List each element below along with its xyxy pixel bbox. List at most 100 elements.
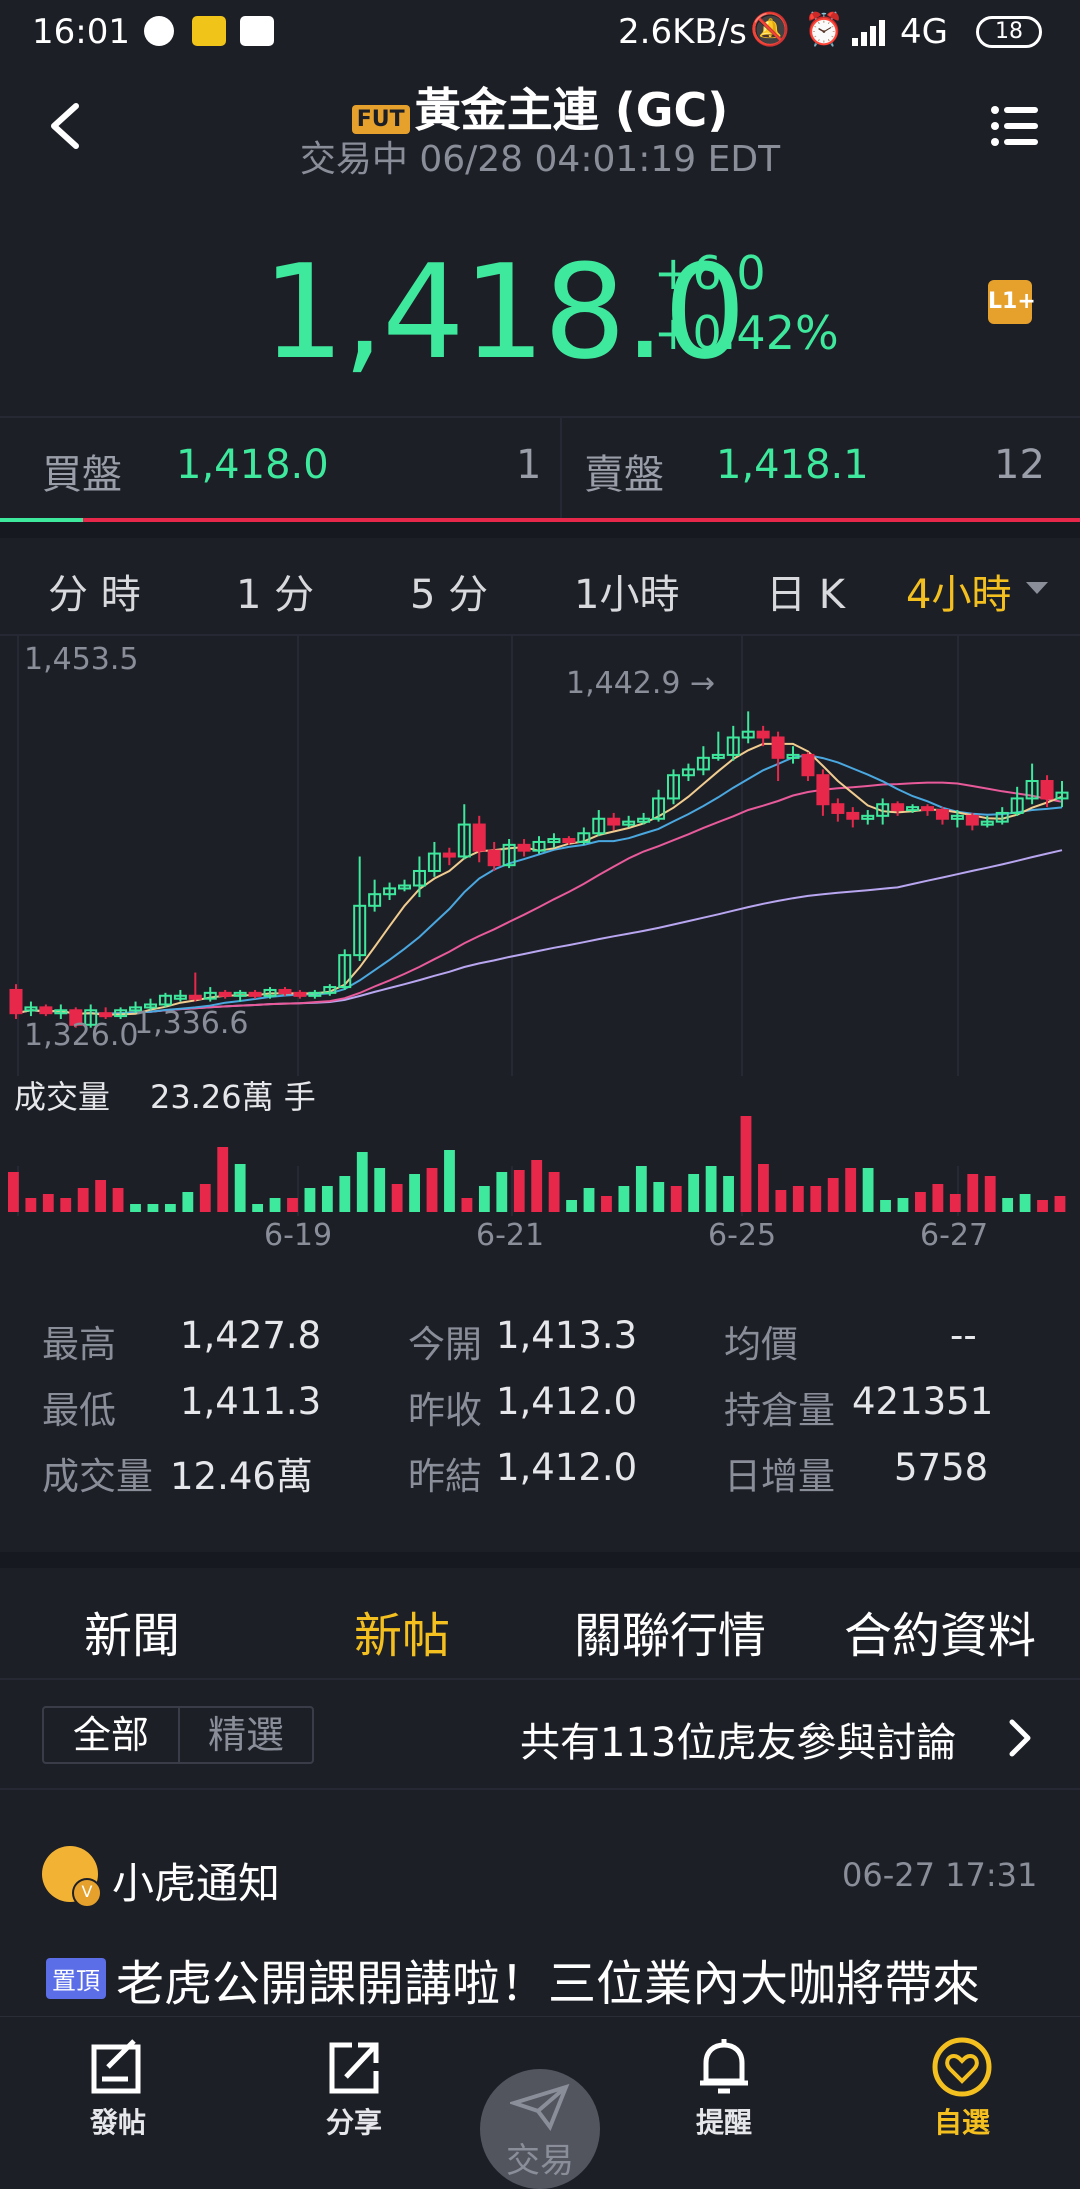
volume-bar: [897, 1198, 909, 1212]
candle-body: [99, 1012, 113, 1018]
candle-body: [921, 806, 935, 812]
volume-bar: [949, 1194, 961, 1212]
ma20-line: [15, 781, 1063, 1015]
candle-body: [442, 852, 456, 858]
status-time: 16:01: [32, 12, 130, 52]
tab-timeshare[interactable]: 分 時: [48, 562, 141, 620]
divider: [0, 1552, 1080, 1568]
pinned-badge: 置頂: [46, 1958, 106, 1999]
price-change: +6.0: [654, 246, 766, 300]
tab-posts[interactable]: 新帖: [354, 1596, 450, 1666]
bid-price: 1,418.0: [176, 442, 329, 488]
volume-bar: [688, 1174, 700, 1212]
news-app-icon: [240, 16, 274, 46]
volume-bar: [130, 1204, 141, 1212]
volume-bar: [287, 1198, 298, 1212]
x-tick: 6-27: [920, 1218, 989, 1253]
candlestick-chart[interactable]: [0, 636, 1080, 1252]
volume-bar: [252, 1204, 264, 1212]
nav-watchlist[interactable]: 自選: [902, 2037, 1022, 2141]
divider: [0, 522, 1080, 538]
candle-body: [472, 823, 486, 852]
volume-bar: [932, 1184, 944, 1212]
stat-label: 今開: [408, 1323, 482, 1366]
volume-bar: [548, 1172, 560, 1212]
chart-high-label: 1,453.5: [24, 642, 139, 677]
quote-stats: 最高 1,427.8 今開 1,413.3 均價 -- 最低 1,411.3 昨…: [0, 1290, 1080, 1550]
volume-bar: [531, 1160, 543, 1212]
period-tabs: 分 時 1 分 5 分 1小時 日 K 4小時: [0, 538, 1080, 634]
volume-bar: [461, 1198, 473, 1212]
candle-body: [801, 753, 815, 777]
candle-body: [891, 803, 905, 812]
divider: [560, 418, 562, 518]
volume-bar: [112, 1188, 124, 1212]
candle-body: [935, 809, 949, 820]
candle-body: [487, 849, 501, 867]
candle-body: [562, 838, 576, 844]
post-text[interactable]: 老虎公開課開講啦！三位業內大咖將帶來: [116, 1944, 980, 2014]
tab-daily[interactable]: 日 K: [766, 562, 845, 620]
candle-body: [771, 736, 785, 759]
post-author[interactable]: 小虎通知: [112, 1850, 280, 1911]
volume-label: 成交量: [14, 1078, 111, 1116]
x-tick: 6-21: [476, 1218, 545, 1253]
volume-bar: [1037, 1200, 1048, 1212]
volume-bar: [164, 1204, 176, 1212]
tab-related-quotes[interactable]: 關聯行情: [574, 1596, 766, 1666]
volume-bar: [60, 1198, 72, 1212]
volume-bar: [496, 1172, 508, 1212]
price-change-pct: +0.42%: [654, 306, 839, 360]
signal-icon: [852, 18, 894, 46]
tab-4hour[interactable]: 4小時: [906, 562, 1011, 620]
stat-label: 日增量: [724, 1455, 835, 1498]
stat-value: 1,413.3: [496, 1314, 638, 1357]
ma10-line: [15, 754, 1063, 1015]
tab-contract-info[interactable]: 合約資料: [844, 1596, 1036, 1666]
stat-label: 均價: [724, 1323, 798, 1366]
volume-bar: [409, 1174, 420, 1212]
chevron-right-icon[interactable]: [1006, 1716, 1034, 1760]
ma60-line: [15, 849, 1063, 1015]
caret-down-icon[interactable]: [1026, 582, 1048, 596]
verified-badge-icon: V: [72, 1878, 102, 1908]
battery-icon: 18: [976, 16, 1042, 48]
ask-label: 賣盤: [584, 452, 664, 498]
menu-button[interactable]: [990, 104, 1038, 148]
level-one-plus-button[interactable]: L1+: [988, 280, 1036, 324]
candle-body: [756, 730, 770, 739]
chart-max-marker: 1,442.9 →: [566, 666, 716, 701]
stat-value: 5758: [894, 1446, 989, 1489]
volume-bar: [321, 1186, 333, 1212]
divider: [0, 1788, 1080, 1790]
participants-link[interactable]: 共有113位虎友參與討論: [520, 1710, 956, 1768]
trade-button[interactable]: 交易: [480, 2069, 600, 2189]
filter-all[interactable]: 全部: [44, 1708, 180, 1762]
candle-body: [188, 994, 202, 1000]
volume-bar: [583, 1188, 595, 1212]
tab-1min[interactable]: 1 分: [236, 562, 314, 620]
stat-value: 12.46萬: [170, 1455, 313, 1498]
volume-bar: [234, 1164, 246, 1212]
volume-bar: [356, 1152, 368, 1212]
volume-bar: [374, 1168, 386, 1212]
nav-share[interactable]: 分享: [294, 2037, 414, 2141]
tab-1hour[interactable]: 1小時: [574, 562, 679, 620]
alarm-icon: ⏰: [804, 10, 844, 48]
candle-body: [248, 991, 262, 997]
trading-status: 交易中 06/28 04:01:19 EDT: [299, 139, 781, 180]
nav-post-label: 發帖: [89, 2106, 146, 2139]
filter-featured[interactable]: 精選: [180, 1708, 312, 1762]
tab-5min[interactable]: 5 分: [410, 562, 488, 620]
share-icon: [329, 2042, 379, 2094]
x-tick: 6-25: [708, 1218, 777, 1253]
stat-label: 最低: [42, 1389, 116, 1432]
volume-bar: [513, 1170, 525, 1212]
stat-value: 1,427.8: [180, 1314, 322, 1357]
tab-news[interactable]: 新聞: [84, 1596, 180, 1666]
nav-alert[interactable]: 提醒: [664, 2037, 784, 2141]
volume-bar: [635, 1166, 647, 1212]
volume-bar: [77, 1188, 89, 1212]
avatar[interactable]: V: [42, 1846, 102, 1908]
nav-post[interactable]: 發帖: [58, 2037, 178, 2141]
